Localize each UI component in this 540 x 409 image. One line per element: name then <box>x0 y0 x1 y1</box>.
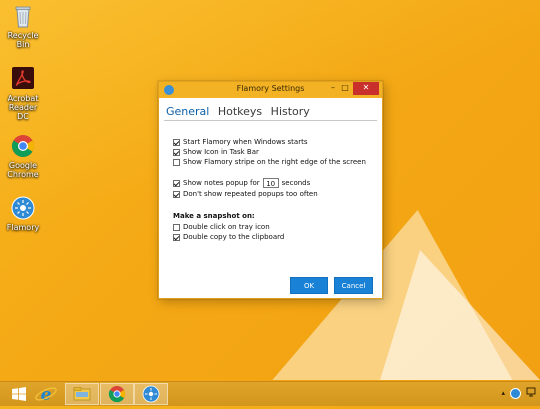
desktop-icon-label: Flamory <box>6 223 40 232</box>
show-stripe-checkbox[interactable] <box>173 158 180 166</box>
popup-seconds-input[interactable]: 10 <box>262 178 279 188</box>
taskbar-flamory[interactable] <box>134 383 168 405</box>
taskbar-chrome[interactable] <box>100 383 134 405</box>
show-popup-checkbox[interactable] <box>173 179 180 187</box>
tab-hotkeys[interactable]: Hotkeys <box>218 105 262 118</box>
show-icon-taskbar-checkbox[interactable] <box>173 148 180 156</box>
desktop-icon-chrome[interactable]: Google Chrome <box>0 133 46 179</box>
option-label: Start Flamory when Windows starts <box>183 138 308 146</box>
option-show-icon-taskbar[interactable]: Show Icon in Task Bar <box>173 148 259 156</box>
settings-tabs: General Hotkeys History <box>166 105 315 118</box>
file-explorer-icon <box>73 387 91 401</box>
close-button[interactable]: ✕ <box>353 82 379 95</box>
option-double-copy[interactable]: Double copy to the clipboard <box>173 233 284 241</box>
minimize-button[interactable]: – <box>327 82 339 95</box>
option-label: Show notes popup for <box>183 179 260 187</box>
flamory-tray-icon[interactable] <box>510 387 521 399</box>
title-bar[interactable]: Flamory Settings – □ ✕ <box>159 82 382 98</box>
option-show-popup[interactable]: Show notes popup for 10 seconds <box>173 178 310 188</box>
chrome-icon <box>10 133 36 159</box>
taskbar-internet-explorer[interactable]: e <box>29 383 63 405</box>
double-copy-checkbox[interactable] <box>173 233 180 241</box>
desktop-icon-acrobat[interactable]: Acrobat Reader DC <box>0 66 46 121</box>
option-double-click-tray[interactable]: Double click on tray icon <box>173 223 270 231</box>
maximize-button[interactable]: □ <box>339 82 351 95</box>
seconds-label: seconds <box>281 179 311 187</box>
option-label: Show Flamory stripe on the right edge of… <box>183 158 366 166</box>
desktop-icon-flamory[interactable]: Flamory <box>0 195 46 232</box>
desktop-icon-label: Recycle Bin <box>7 31 39 49</box>
tab-divider <box>164 120 377 121</box>
taskbar: e ▴ <box>0 381 540 406</box>
tab-history[interactable]: History <box>271 105 310 118</box>
internet-explorer-icon: e <box>35 385 57 405</box>
settings-dialog: Flamory Settings – □ ✕ General Hotkeys H… <box>158 81 383 299</box>
option-start-with-windows[interactable]: Start Flamory when Windows starts <box>173 138 308 146</box>
option-label: Double click on tray icon <box>183 223 270 231</box>
desktop-icon-label: Google Chrome <box>7 161 39 179</box>
chrome-icon <box>108 386 126 403</box>
wallpaper-shape <box>380 250 540 380</box>
recycle-bin-icon <box>10 3 36 29</box>
chevron-up-icon[interactable]: ▴ <box>501 389 505 397</box>
acrobat-icon <box>10 66 36 92</box>
dont-repeat-checkbox[interactable] <box>173 190 180 198</box>
option-dont-repeat[interactable]: Don't show repeated popups too often <box>173 190 318 198</box>
start-with-windows-checkbox[interactable] <box>173 138 180 146</box>
network-icon[interactable] <box>526 387 536 399</box>
option-label: Show Icon in Task Bar <box>183 148 259 156</box>
snapshot-section-title: Make a snapshot on: <box>173 212 255 220</box>
cancel-button[interactable]: Cancel <box>334 277 373 294</box>
flamory-icon <box>10 195 36 221</box>
option-label: Double copy to the clipboard <box>183 233 285 241</box>
desktop-icon-recycle-bin[interactable]: Recycle Bin <box>0 3 46 49</box>
option-show-stripe[interactable]: Show Flamory stripe on the right edge of… <box>173 158 366 166</box>
flamory-icon <box>142 385 160 403</box>
desktop-icon-label: Acrobat Reader DC <box>7 94 39 121</box>
ok-button[interactable]: OK <box>290 277 328 294</box>
system-tray: ▴ <box>496 387 536 399</box>
tab-general[interactable]: General <box>166 105 209 118</box>
option-label: Don't show repeated popups too often <box>183 190 318 198</box>
taskbar-file-explorer[interactable] <box>65 383 99 405</box>
double-click-tray-checkbox[interactable] <box>173 223 180 231</box>
